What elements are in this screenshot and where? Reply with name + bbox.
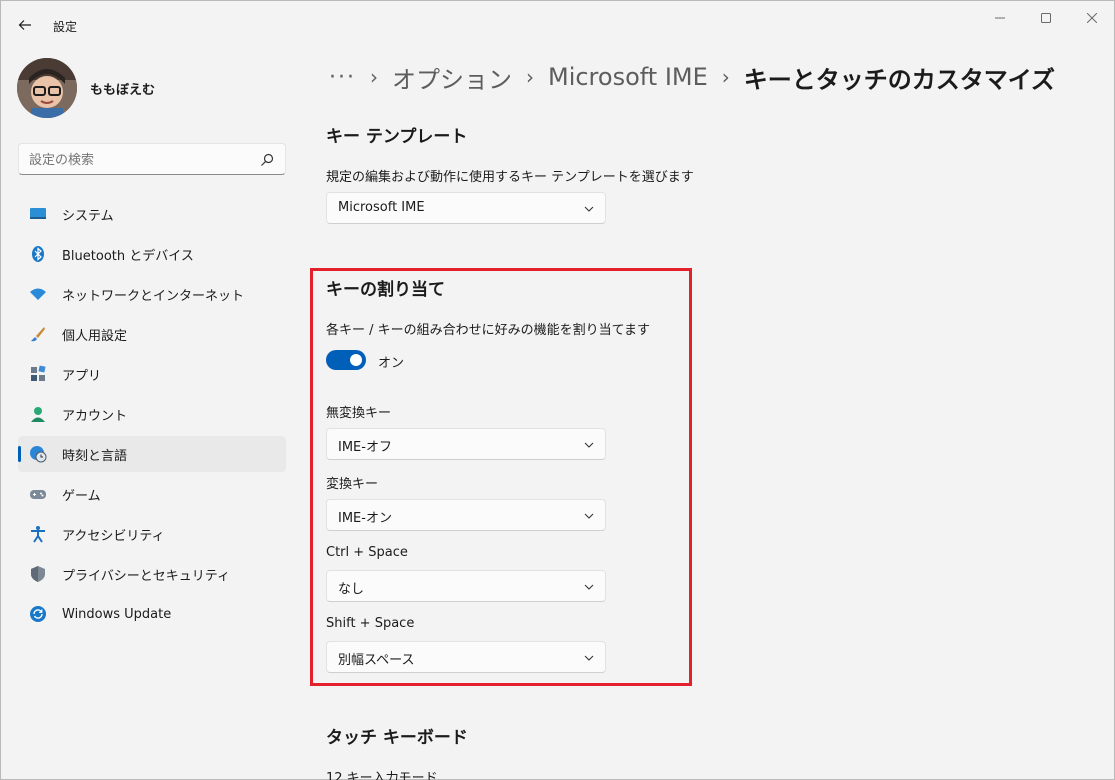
- twelve-key-mode-label: 12 キー入力モード: [326, 771, 438, 780]
- henkan-key-label: 変換キー: [326, 477, 379, 492]
- sidebar-item-network[interactable]: ネットワークとインターネット: [18, 276, 286, 312]
- brush-icon: [28, 324, 48, 344]
- sidebar-item-bluetooth[interactable]: Bluetooth とデバイス: [18, 236, 286, 272]
- touch-keyboard-title: タッチ キーボード: [326, 728, 468, 748]
- bluetooth-icon: [28, 244, 48, 264]
- chevron-down-icon: [584, 655, 594, 661]
- sidebar-item-time-language[interactable]: 時刻と言語: [18, 436, 286, 472]
- user-profile: ももぼえむ: [17, 58, 155, 118]
- accessibility-icon: [28, 524, 48, 544]
- key-assignment-toggle[interactable]: [326, 350, 366, 370]
- muhenkan-key-label: 無変換キー: [326, 406, 392, 421]
- minimize-button[interactable]: [977, 1, 1023, 35]
- breadcrumb-item-options[interactable]: オプション: [392, 60, 512, 95]
- sidebar-item-label: アプリ: [62, 368, 102, 384]
- update-icon: [28, 604, 48, 624]
- maximize-icon: [1041, 13, 1051, 23]
- chevron-down-icon: [584, 513, 594, 519]
- display-icon: [28, 204, 48, 224]
- window-title: 設定: [53, 20, 78, 34]
- muhenkan-key-dropdown[interactable]: IME-オフ: [326, 428, 606, 460]
- search-icon[interactable]: [259, 152, 275, 168]
- maximize-button[interactable]: [1023, 1, 1069, 35]
- sidebar-item-label: Bluetooth とデバイス: [62, 248, 194, 264]
- close-button[interactable]: [1069, 1, 1115, 35]
- page-title: キーとタッチのカスタマイズ: [743, 65, 1056, 94]
- henkan-key-dropdown[interactable]: IME-オン: [326, 499, 606, 531]
- chevron-down-icon: [584, 584, 594, 590]
- sidebar-item-label: Windows Update: [62, 606, 172, 622]
- breadcrumb-item-ime[interactable]: Microsoft IME: [548, 63, 708, 91]
- sidebar-item-label: 時刻と言語: [62, 448, 128, 464]
- sidebar-item-label: ゲーム: [62, 488, 101, 504]
- key-assignment-description: 各キー / キーの組み合わせに好みの機能を割り当てます: [326, 323, 650, 338]
- back-arrow-icon: [18, 20, 31, 30]
- key-template-dropdown[interactable]: Microsoft IME: [326, 192, 606, 224]
- chevron-right-icon: ›: [525, 65, 534, 89]
- settings-window: 設定 ももぼえむ 設定の検索 システム Bluetooth とデバイス ネットワ…: [0, 0, 1115, 780]
- dropdown-value: IME-オフ: [338, 440, 392, 455]
- sidebar-item-gaming[interactable]: ゲーム: [18, 476, 286, 512]
- sidebar-item-accessibility[interactable]: アクセシビリティ: [18, 516, 286, 552]
- key-template-description: 規定の編集および動作に使用するキー テンプレートを選びます: [326, 170, 694, 185]
- search-input[interactable]: [29, 150, 249, 170]
- dropdown-value: Microsoft IME: [338, 200, 425, 215]
- avatar-image: [17, 58, 77, 118]
- dropdown-value: IME-オン: [338, 511, 392, 526]
- ctrl-space-label: Ctrl + Space: [326, 545, 408, 560]
- sidebar-nav: システム Bluetooth とデバイス ネットワークとインターネット 個人用設…: [18, 196, 286, 636]
- apps-icon: [28, 364, 48, 384]
- sidebar-item-label: システム: [62, 208, 114, 224]
- sidebar-item-windows-update[interactable]: Windows Update: [18, 596, 286, 632]
- ctrl-space-dropdown[interactable]: なし: [326, 570, 606, 602]
- toggle-knob: [350, 354, 362, 366]
- sidebar-item-label: アクセシビリティ: [62, 528, 165, 544]
- chevron-down-icon: [584, 442, 594, 448]
- title-bar: 設定: [1, 1, 1114, 49]
- gamepad-icon: [28, 484, 48, 504]
- avatar[interactable]: [17, 58, 77, 118]
- breadcrumb-overflow-button[interactable]: ···: [329, 65, 356, 90]
- sidebar-item-label: アカウント: [62, 408, 128, 424]
- dropdown-value: なし: [338, 582, 365, 597]
- sidebar-item-label: 個人用設定: [62, 328, 128, 344]
- globe-clock-icon: [28, 444, 48, 464]
- shift-space-label: Shift + Space: [326, 616, 415, 631]
- shift-space-dropdown[interactable]: 別幅スペース: [326, 641, 606, 673]
- minimize-icon: [995, 17, 1005, 19]
- sidebar-item-system[interactable]: システム: [18, 196, 286, 232]
- shield-icon: [28, 564, 48, 584]
- sidebar-item-privacy[interactable]: プライバシーとセキュリティ: [18, 556, 286, 592]
- back-button[interactable]: [11, 11, 39, 39]
- key-assignment-title: キーの割り当て: [326, 280, 445, 300]
- sidebar-item-accounts[interactable]: アカウント: [18, 396, 286, 432]
- chevron-down-icon: [584, 206, 594, 212]
- key-template-title: キー テンプレート: [326, 127, 468, 147]
- user-name: ももぼえむ: [90, 82, 156, 98]
- sidebar-item-apps[interactable]: アプリ: [18, 356, 286, 392]
- person-icon: [28, 404, 48, 424]
- sidebar-item-label: ネットワークとインターネット: [62, 288, 245, 304]
- sidebar-item-personalization[interactable]: 個人用設定: [18, 316, 286, 352]
- dropdown-value: 別幅スペース: [338, 653, 415, 668]
- search-box[interactable]: [18, 143, 286, 175]
- close-icon: [1087, 13, 1097, 23]
- sidebar-item-label: プライバシーとセキュリティ: [62, 568, 230, 584]
- chevron-right-icon: ›: [721, 65, 730, 89]
- chevron-right-icon: ›: [369, 65, 378, 89]
- breadcrumb: ··· › オプション › Microsoft IME › キーとタッチのカスタ…: [329, 59, 1055, 95]
- wifi-icon: [28, 284, 48, 304]
- toggle-state-label: オン: [378, 356, 405, 371]
